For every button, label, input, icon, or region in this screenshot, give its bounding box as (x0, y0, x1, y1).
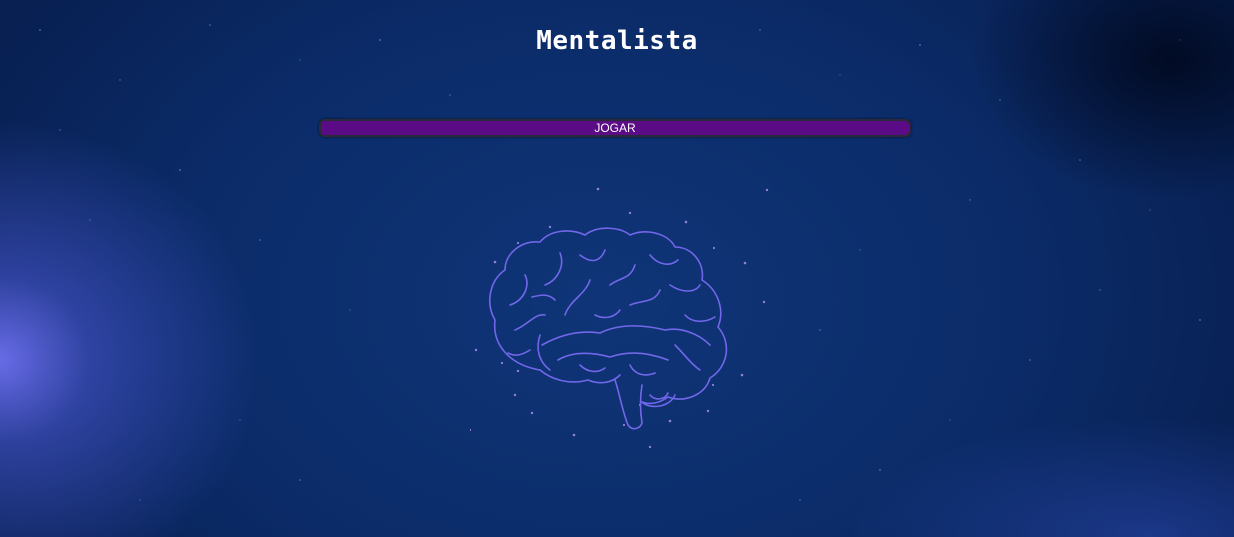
play-button[interactable]: JOGAR (319, 119, 911, 137)
brain-icon (470, 187, 769, 449)
page-title: Mentalista (536, 26, 698, 56)
